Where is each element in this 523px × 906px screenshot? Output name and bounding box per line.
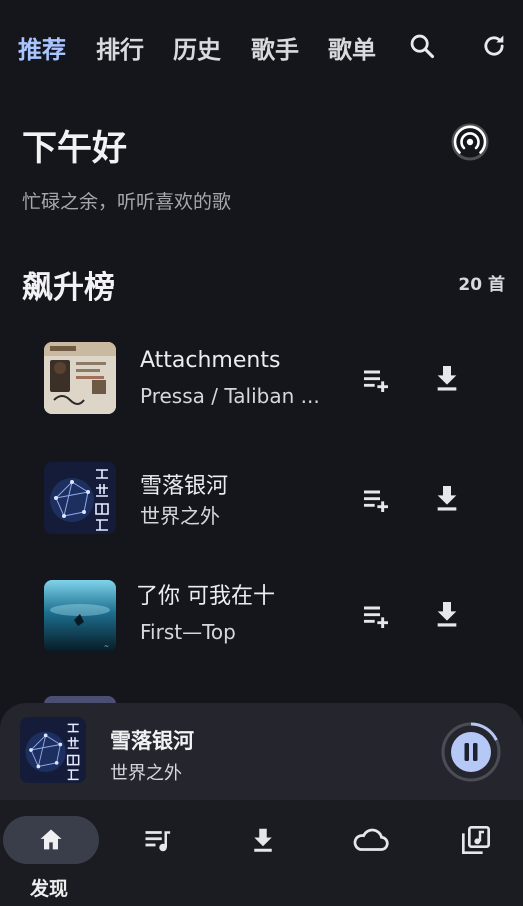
player-cover: [20, 717, 86, 783]
song-title: 雪落银河: [140, 474, 229, 499]
nav-cloud[interactable]: [322, 816, 418, 864]
tab-history[interactable]: 历史: [173, 30, 221, 65]
song-title: 了你 可我在十: [136, 584, 275, 609]
tab-singers[interactable]: 歌手: [251, 30, 299, 65]
add-to-playlist-icon[interactable]: [360, 484, 392, 516]
library-music-icon: [462, 826, 490, 854]
pause-icon: [464, 743, 469, 761]
nav-playlist[interactable]: [110, 816, 206, 864]
svg-text:~: ~: [104, 643, 109, 650]
download-icon[interactable]: [431, 482, 463, 514]
song-title: Attachments: [140, 348, 281, 373]
album-cover: [44, 462, 116, 534]
refresh-icon[interactable]: [480, 32, 508, 60]
greeting-subtitle: 忙碌之余，听听喜欢的歌: [22, 191, 232, 213]
player-artist: 世界之外: [110, 763, 182, 784]
section-title: 飙升榜: [22, 270, 115, 306]
radar-icon[interactable]: [450, 122, 490, 162]
add-to-playlist-icon[interactable]: [360, 364, 392, 396]
song-count: 20 首: [458, 275, 505, 295]
queue-music-icon: [145, 831, 171, 852]
song-row[interactable]: Attachments Pressa / Taliban ...: [0, 330, 523, 430]
nav-downloads[interactable]: [215, 816, 311, 864]
song-artist: 世界之外: [140, 504, 220, 528]
greeting-title: 下午好: [22, 129, 128, 169]
tab-charts[interactable]: 排行: [96, 30, 144, 65]
bottom-navigation: [0, 800, 523, 906]
pause-button[interactable]: [440, 721, 502, 783]
song-row[interactable]: ~ 了你 可我在十 First—Top: [0, 568, 523, 668]
tab-recommend[interactable]: 推荐: [18, 30, 66, 65]
song-row[interactable]: 雪落银河 世界之外: [0, 450, 523, 550]
search-icon[interactable]: [408, 32, 436, 60]
download-icon[interactable]: [431, 598, 463, 630]
download-icon[interactable]: [431, 362, 463, 394]
tab-playlists[interactable]: 歌单: [328, 30, 376, 65]
top-navigation: 推荐 排行 历史 歌手 歌单: [0, 0, 523, 96]
home-icon: [40, 829, 62, 850]
nav-discover-label: 发现: [30, 878, 69, 900]
song-artist: Pressa / Taliban ...: [140, 384, 320, 408]
add-to-playlist-icon[interactable]: [360, 600, 392, 632]
player-title: 雪落银河: [110, 729, 194, 753]
album-cover: ~: [44, 580, 116, 652]
nav-library[interactable]: [428, 816, 523, 864]
mini-player[interactable]: 雪落银河 世界之外: [0, 703, 523, 800]
download-icon: [254, 828, 272, 852]
nav-discover[interactable]: [3, 816, 99, 864]
song-artist: First—Top: [140, 620, 236, 644]
cloud-icon: [353, 828, 389, 851]
album-cover: [44, 342, 116, 414]
